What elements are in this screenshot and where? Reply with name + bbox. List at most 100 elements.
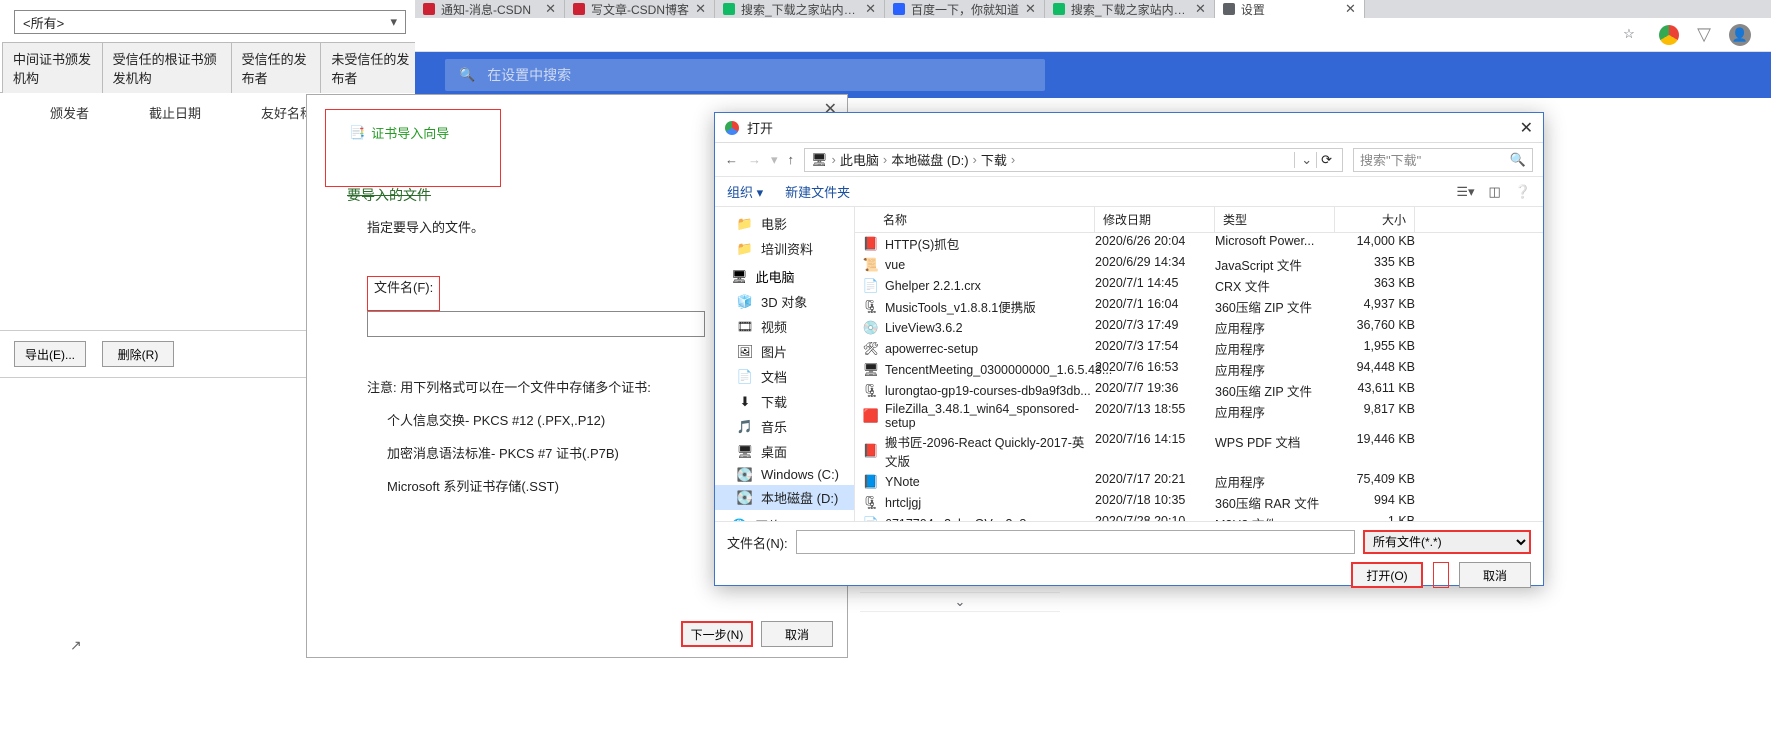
crumb-drive[interactable]: 本地磁盘 (D:) <box>891 150 968 169</box>
cancel-button[interactable]: 取消 <box>761 621 833 647</box>
new-folder-button[interactable]: 新建文件夹 <box>785 182 850 201</box>
tab-close-icon[interactable]: ✕ <box>1195 1 1206 17</box>
filename-input[interactable] <box>796 530 1355 554</box>
cert-tab-intermediate[interactable]: 中间证书颁发机构 <box>2 42 103 93</box>
browser-tab[interactable]: 设置 ✕ <box>1215 0 1365 18</box>
sidebar-item[interactable]: 🧊3D 对象 <box>715 289 854 314</box>
preview-pane-icon[interactable]: ◫ <box>1489 184 1501 200</box>
file-label: 文件名(F): <box>374 280 433 295</box>
tab-close-icon[interactable]: ✕ <box>1025 1 1036 17</box>
file-row[interactable]: 📕HTTP(S)抓包 2020/6/26 20:04 Microsoft Pow… <box>855 233 1543 254</box>
file-type: 360压缩 RAR 文件 <box>1215 493 1335 512</box>
col-expiry[interactable]: 截止日期 <box>149 103 201 122</box>
refresh-icon[interactable]: ⟳ <box>1316 152 1336 168</box>
sidebar-item[interactable]: 🖼图片 <box>715 339 854 364</box>
up-icon[interactable]: ↑ <box>788 152 795 168</box>
help-icon[interactable]: ❔ <box>1515 184 1531 200</box>
sidebar-this-pc[interactable]: 🖥此电脑 <box>715 261 854 289</box>
annotation-box <box>1433 562 1449 588</box>
file-row[interactable]: 🖥TencentMeeting_0300000000_1.6.5.43... 2… <box>855 359 1543 380</box>
sidebar-item[interactable]: 📄文档 <box>715 364 854 389</box>
breadcrumb[interactable]: 🖥› 此电脑› 本地磁盘 (D:)› 下载› ⌄ ⟳ <box>804 148 1343 172</box>
sidebar-item[interactable]: 🎞视频 <box>715 314 854 339</box>
filter-icon[interactable]: ▽ <box>1697 24 1711 45</box>
file-date: 2020/7/3 17:54 <box>1095 339 1215 358</box>
drive-icon: 🖼 <box>737 345 753 359</box>
col-name[interactable]: 名称 <box>855 207 1095 232</box>
crumb-pc[interactable]: 此电脑 <box>840 150 879 169</box>
sidebar-item[interactable]: ⬇下载 <box>715 389 854 414</box>
file-row[interactable]: 💿LiveView3.6.2 2020/7/3 17:49 应用程序 36,76… <box>855 317 1543 338</box>
sidebar-item[interactable]: 📁培训资料 <box>715 236 854 261</box>
recent-icon[interactable]: ▾ <box>771 152 778 168</box>
tab-title: 设置 <box>1241 1 1339 18</box>
file-name: vue <box>885 258 905 272</box>
browser-tab[interactable]: 通知-消息-CSDN ✕ <box>415 0 565 18</box>
search-placeholder: 搜索"下载" <box>1360 150 1421 169</box>
open-external-icon[interactable]: ↗ <box>70 637 82 654</box>
file-row[interactable]: 📄Ghelper 2.2.1.crx 2020/7/1 14:45 CRX 文件… <box>855 275 1543 296</box>
file-row[interactable]: 📕搬书匠-2096-React Quickly-2017-英文版 2020/7/… <box>855 431 1543 471</box>
file-name: MusicTools_v1.8.8.1便携版 <box>885 297 1036 316</box>
export-button[interactable]: 导出(E)... <box>14 341 86 367</box>
open-button[interactable]: 打开(O) <box>1351 562 1423 588</box>
cert-filter-dropdown[interactable]: <所有> ▾ <box>14 10 406 34</box>
back-icon[interactable]: ← <box>725 152 738 168</box>
settings-search-input[interactable] <box>487 67 1031 83</box>
browser-tab[interactable]: 百度一下，你就知道 ✕ <box>885 0 1045 18</box>
file-list-pane[interactable]: 名称 修改日期 类型 大小 📕HTTP(S)抓包 2020/6/26 20:04… <box>855 207 1543 521</box>
file-row[interactable]: 🗜MusicTools_v1.8.8.1便携版 2020/7/1 16:04 3… <box>855 296 1543 317</box>
cert-tabs: 中间证书颁发机构 受信任的根证书颁发机构 受信任的发布者 未受信任的发布者 <box>0 42 420 93</box>
browser-tab[interactable]: 搜索_下载之家站内搜… ✕ <box>1045 0 1215 18</box>
file-row[interactable]: 📜vue 2020/6/29 14:34 JavaScript 文件 335 K… <box>855 254 1543 275</box>
cert-tab-trusted-root[interactable]: 受信任的根证书颁发机构 <box>102 42 232 93</box>
file-row[interactable]: 🟥FileZilla_3.48.1_win64_sponsored-setup … <box>855 401 1543 431</box>
sidebar-item[interactable]: 💽Windows (C:) <box>715 464 854 485</box>
chrome-profile-icon[interactable] <box>1659 25 1679 45</box>
file-icon: 📄 <box>863 278 879 294</box>
col-issuer[interactable]: 颁发者 <box>50 103 89 122</box>
file-row[interactable]: 🗜lurongtao-gp19-courses-db9a9f3db... 202… <box>855 380 1543 401</box>
dialog-search[interactable]: 搜索"下载" 🔍 <box>1353 148 1533 172</box>
col-date[interactable]: 修改日期 <box>1095 207 1215 232</box>
organize-menu[interactable]: 组织 ▾ <box>727 182 763 201</box>
file-date: 2020/7/18 10:35 <box>1095 493 1215 512</box>
sidebar-network[interactable]: 🌐网络 <box>715 510 854 521</box>
crumb-folder[interactable]: 下载 <box>981 150 1007 169</box>
file-date: 2020/7/1 16:04 <box>1095 297 1215 316</box>
tab-close-icon[interactable]: ✕ <box>695 1 706 17</box>
file-type-filter[interactable]: 所有文件(*.*) <box>1363 530 1531 554</box>
cancel-button[interactable]: 取消 <box>1459 562 1531 588</box>
file-size: 363 KB <box>1335 276 1415 295</box>
file-open-dialog: 打开 ✕ ← → ▾ ↑ 🖥› 此电脑› 本地磁盘 (D:)› 下载› ⌄ ⟳ … <box>714 112 1544 586</box>
file-row[interactable]: 📘YNote 2020/7/17 20:21 应用程序 75,409 KB <box>855 471 1543 492</box>
close-icon[interactable]: ✕ <box>1520 118 1533 138</box>
settings-search[interactable]: 🔍 <box>445 59 1045 91</box>
tab-close-icon[interactable]: ✕ <box>545 1 556 17</box>
col-size[interactable]: 大小 <box>1335 207 1415 232</box>
col-type[interactable]: 类型 <box>1215 207 1335 232</box>
file-type: Microsoft Power... <box>1215 234 1335 253</box>
tab-close-icon[interactable]: ✕ <box>865 1 876 17</box>
file-row[interactable]: 🗜hrtcljgj 2020/7/18 10:35 360压缩 RAR 文件 9… <box>855 492 1543 513</box>
forward-icon[interactable]: → <box>748 152 761 168</box>
cert-tab-untrusted-pub[interactable]: 未受信任的发布者 <box>320 42 421 93</box>
tab-close-icon[interactable]: ✕ <box>1345 1 1356 17</box>
sidebar-item[interactable]: 🖥桌面 <box>715 439 854 464</box>
breadcrumb-dropdown-icon[interactable]: ⌄ <box>1294 152 1312 168</box>
browser-tab[interactable]: 搜索_下载之家站内搜… ✕ <box>715 0 885 18</box>
file-row[interactable]: 📄6717704rs3olqqOV.m3u8 2020/7/28 20:10 M… <box>855 513 1543 521</box>
file-row[interactable]: 🛠apowerrec-setup 2020/7/3 17:54 应用程序 1,9… <box>855 338 1543 359</box>
next-button[interactable]: 下一步(N) <box>681 621 753 647</box>
file-path-input[interactable] <box>367 311 705 337</box>
sidebar-item[interactable]: 📁电影 <box>715 211 854 236</box>
star-icon[interactable]: ☆ <box>1623 26 1641 44</box>
delete-button[interactable]: 删除(R) <box>102 341 174 367</box>
cert-tab-trusted-pub[interactable]: 受信任的发布者 <box>231 42 322 93</box>
view-mode-icon[interactable]: ☰▾ <box>1456 184 1474 200</box>
file-size: 1 KB <box>1335 514 1415 521</box>
browser-tab[interactable]: 写文章-CSDN博客 ✕ <box>565 0 715 18</box>
account-icon[interactable]: 👤 <box>1729 24 1751 46</box>
sidebar-item[interactable]: 🎵音乐 <box>715 414 854 439</box>
sidebar-item[interactable]: 💽本地磁盘 (D:) <box>715 485 854 510</box>
